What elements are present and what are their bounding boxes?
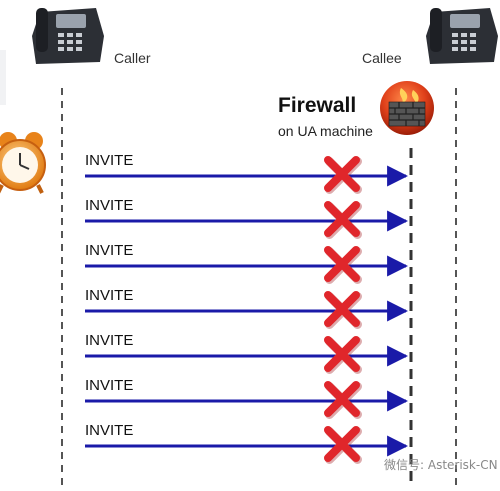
invite-label: INVITE [85,422,134,439]
watermark: 微信号: Asterisk-CN [384,458,498,472]
firewall-title: Firewall [278,94,357,117]
desk-phone-icon [426,8,498,64]
diagram-canvas [0,8,498,486]
invite-label: INVITE [85,197,134,214]
alarm-clock-icon [0,132,46,194]
invite-label: INVITE [85,377,134,394]
invite-label: INVITE [85,287,134,304]
caller-label: Caller [114,50,151,66]
desk-phone-icon [32,8,104,64]
firewall-icon [380,81,434,135]
left-edge-device-icon [0,50,6,105]
invite-label: INVITE [85,242,134,259]
invite-label: INVITE [85,332,134,349]
invite-label: INVITE [85,152,134,169]
sip-retransmission-diagram: Caller Callee Firewall on UA machine INV… [0,0,500,491]
firewall-subtitle: on UA machine [278,123,373,139]
callee-label: Callee [362,50,402,66]
